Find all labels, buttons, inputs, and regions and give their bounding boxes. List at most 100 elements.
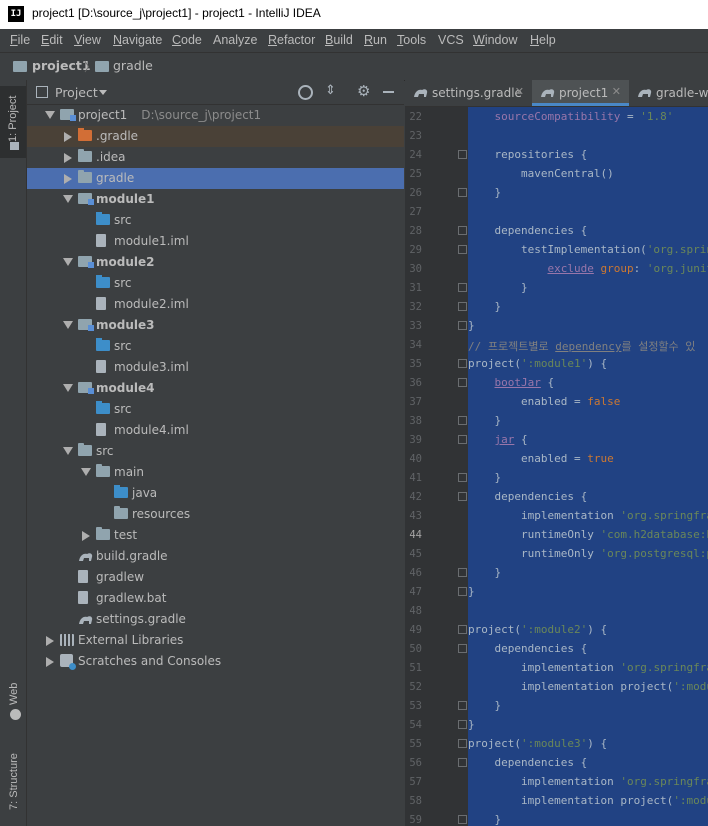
tree-item[interactable]: module4.iml xyxy=(27,420,404,441)
tree-item[interactable]: src xyxy=(27,399,404,420)
menu-label: iew xyxy=(82,33,101,47)
tree-item[interactable]: gradlew xyxy=(27,567,404,588)
fold-marker-icon[interactable] xyxy=(458,416,467,425)
tree-item[interactable]: Scratches and Consoles xyxy=(27,651,404,672)
breadcrumb-child[interactable]: gradle xyxy=(113,58,153,73)
menu-item[interactable]: Edit xyxy=(41,33,63,47)
menu-item[interactable]: Run xyxy=(364,33,387,47)
menu-item[interactable]: View xyxy=(74,33,101,47)
fold-marker-icon[interactable] xyxy=(458,568,467,577)
tool-tab-structure-label[interactable]: 7: Structure xyxy=(8,753,20,810)
expand-right-icon[interactable] xyxy=(46,636,54,646)
tree-item[interactable]: gradle xyxy=(27,168,404,189)
fold-marker-icon[interactable] xyxy=(458,321,467,330)
menu-item[interactable]: Code xyxy=(172,33,202,47)
editor-tab[interactable]: project1 ✕ xyxy=(532,80,629,106)
expand-down-icon[interactable] xyxy=(63,195,73,203)
chevron-down-icon[interactable] xyxy=(99,90,107,95)
menu-item[interactable]: Window xyxy=(473,33,517,47)
fold-marker-icon[interactable] xyxy=(458,720,467,729)
fold-marker-icon[interactable] xyxy=(458,188,467,197)
menu-item[interactable]: Build xyxy=(325,33,353,47)
tree-item[interactable]: main xyxy=(27,462,404,483)
tree-item[interactable]: module1 xyxy=(27,189,404,210)
menu-item[interactable]: Analyze xyxy=(213,33,257,47)
expand-down-icon[interactable] xyxy=(63,258,73,266)
fold-marker-icon[interactable] xyxy=(458,625,467,634)
tree-item[interactable]: gradlew.bat xyxy=(27,588,404,609)
menu-item[interactable]: Navigate xyxy=(113,33,162,47)
tree-item[interactable]: module2.iml xyxy=(27,294,404,315)
expand-down-icon[interactable] xyxy=(81,468,91,476)
tree-item[interactable]: project1 D:\source_j\project1 xyxy=(27,105,404,126)
breadcrumb-root[interactable]: project1 xyxy=(32,58,91,73)
editor-tab[interactable]: gradle-wra xyxy=(629,80,708,106)
code-token: testImplementation( xyxy=(468,243,647,256)
fold-marker-icon[interactable] xyxy=(458,245,467,254)
tree-item[interactable]: module3 xyxy=(27,315,404,336)
tree-item[interactable]: resources xyxy=(27,504,404,525)
tree-item[interactable]: module4 xyxy=(27,378,404,399)
expand-right-icon[interactable] xyxy=(64,132,72,142)
fold-marker-icon[interactable] xyxy=(458,815,467,824)
fold-marker-icon[interactable] xyxy=(458,435,467,444)
code-token: } xyxy=(468,471,502,484)
tree-item[interactable]: src xyxy=(27,273,404,294)
minimize-icon[interactable] xyxy=(383,91,394,93)
code-line: } xyxy=(468,585,475,598)
expand-down-icon[interactable] xyxy=(63,384,73,392)
tool-tab-web-label[interactable]: Web xyxy=(8,683,20,705)
fold-marker-icon[interactable] xyxy=(458,701,467,710)
tree-item[interactable]: build.gradle xyxy=(27,546,404,567)
expand-down-icon[interactable] xyxy=(45,111,55,119)
project-view-selector[interactable]: Project xyxy=(55,85,98,100)
tree-item[interactable]: test xyxy=(27,525,404,546)
tree-item-name: build.gradle xyxy=(96,549,168,563)
fold-marker-icon[interactable] xyxy=(458,226,467,235)
gear-icon[interactable]: ⚙ xyxy=(357,82,370,100)
tree-item[interactable]: module3.iml xyxy=(27,357,404,378)
expand-right-icon[interactable] xyxy=(64,174,72,184)
tree-item[interactable]: .gradle xyxy=(27,126,404,147)
fold-marker-icon[interactable] xyxy=(458,644,467,653)
fold-marker-icon[interactable] xyxy=(458,492,467,501)
fold-marker-icon[interactable] xyxy=(458,302,467,311)
fold-marker-icon[interactable] xyxy=(458,739,467,748)
fold-marker-icon[interactable] xyxy=(458,758,467,767)
fold-marker-icon[interactable] xyxy=(458,473,467,482)
tree-item[interactable]: .idea xyxy=(27,147,404,168)
close-icon[interactable]: ✕ xyxy=(515,85,524,98)
tree-item-name: src xyxy=(114,339,132,353)
fold-marker-icon[interactable] xyxy=(458,283,467,292)
menu-item[interactable]: File xyxy=(10,33,30,47)
tree-item[interactable]: External Libraries xyxy=(27,630,404,651)
fold-marker-icon[interactable] xyxy=(458,150,467,159)
code-editor[interactable]: sourceCompatibility = '1.8' repositories… xyxy=(468,107,708,826)
tree-item[interactable]: module1.iml xyxy=(27,231,404,252)
collapse-all-icon[interactable]: ⇕ xyxy=(325,84,336,98)
code-line: implementation project(':module1 xyxy=(468,794,708,807)
fold-marker-icon[interactable] xyxy=(458,359,467,368)
menu-item[interactable]: Tools xyxy=(397,33,426,47)
editor-tab[interactable]: settings.gradle ✕ xyxy=(405,80,532,106)
expand-right-icon[interactable] xyxy=(46,657,54,667)
tree-item[interactable]: src xyxy=(27,210,404,231)
expand-right-icon[interactable] xyxy=(64,153,72,163)
editor-tab-label: project1 xyxy=(559,86,609,100)
fold-marker-icon[interactable] xyxy=(458,587,467,596)
expand-down-icon[interactable] xyxy=(63,321,73,329)
tree-item[interactable]: module2 xyxy=(27,252,404,273)
tree-item[interactable]: java xyxy=(27,483,404,504)
tree-item[interactable]: settings.gradle xyxy=(27,609,404,630)
menu-item[interactable]: Help xyxy=(530,33,556,47)
locate-icon[interactable] xyxy=(298,85,313,100)
close-icon[interactable]: ✕ xyxy=(612,85,621,98)
expand-right-icon[interactable] xyxy=(82,531,90,541)
menu-item[interactable]: VCS xyxy=(438,33,464,47)
fold-marker-icon[interactable] xyxy=(458,378,467,387)
expand-down-icon[interactable] xyxy=(63,447,73,455)
menu-item[interactable]: Refactor xyxy=(268,33,315,47)
tree-item[interactable]: src xyxy=(27,441,404,462)
tree-item[interactable]: src xyxy=(27,336,404,357)
